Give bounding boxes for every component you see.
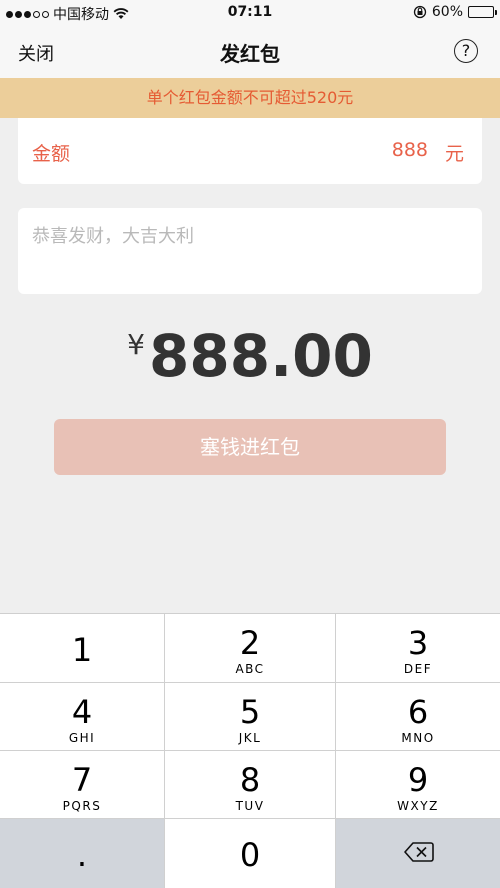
key-decimal[interactable]: . — [0, 819, 165, 888]
page-title: 发红包 — [220, 42, 280, 66]
key-7[interactable]: 7 PQRS — [0, 751, 165, 819]
amount-value[interactable]: 888 — [392, 139, 428, 161]
key-9[interactable]: 9 WXYZ — [336, 751, 500, 819]
rotation-lock-icon — [413, 5, 427, 19]
greeting-placeholder: 恭喜发财，大吉大利 — [32, 226, 194, 247]
key-4[interactable]: 4 GHI — [0, 683, 165, 751]
status-bar: 中国移动 07:11 60% — [0, 0, 500, 26]
greeting-input[interactable]: 恭喜发财，大吉大利 — [18, 208, 482, 294]
nav-bar: 关闭 发红包 ? — [0, 26, 500, 78]
numeric-keypad: 1 2 ABC 3 DEF 4 GHI 5 JKL 6 MNO 7 PQRS 8 TUV 9W… — [0, 613, 500, 888]
backspace-icon — [404, 842, 434, 862]
key-6[interactable]: 6 MNO — [336, 683, 500, 751]
amount-field[interactable]: 金额 888 元 — [18, 118, 482, 184]
amount-label: 金额 — [32, 143, 71, 165]
status-right: 60% — [413, 4, 497, 20]
amount-limit-warning: 单个红包金额不可超过520元 — [0, 78, 500, 118]
key-0[interactable]: 0 — [165, 819, 336, 888]
help-icon[interactable]: ? — [454, 39, 478, 63]
key-3[interactable]: 3 DEF — [336, 614, 500, 683]
battery-icon — [468, 6, 497, 18]
battery-percent: 60% — [431, 4, 463, 20]
amount-unit: 元 — [444, 143, 464, 165]
key-delete[interactable] — [336, 819, 500, 888]
total-amount: ¥888.00 — [0, 322, 500, 390]
total-amount-value: 888.00 — [149, 322, 373, 390]
key-2[interactable]: 2 ABC — [165, 614, 336, 683]
key-5[interactable]: 5 JKL — [165, 683, 336, 751]
currency-symbol: ¥ — [127, 328, 145, 361]
key-1[interactable]: 1 — [0, 614, 165, 683]
key-8[interactable]: 8 TUV — [165, 751, 336, 819]
submit-button[interactable]: 塞钱进红包 — [54, 419, 446, 475]
